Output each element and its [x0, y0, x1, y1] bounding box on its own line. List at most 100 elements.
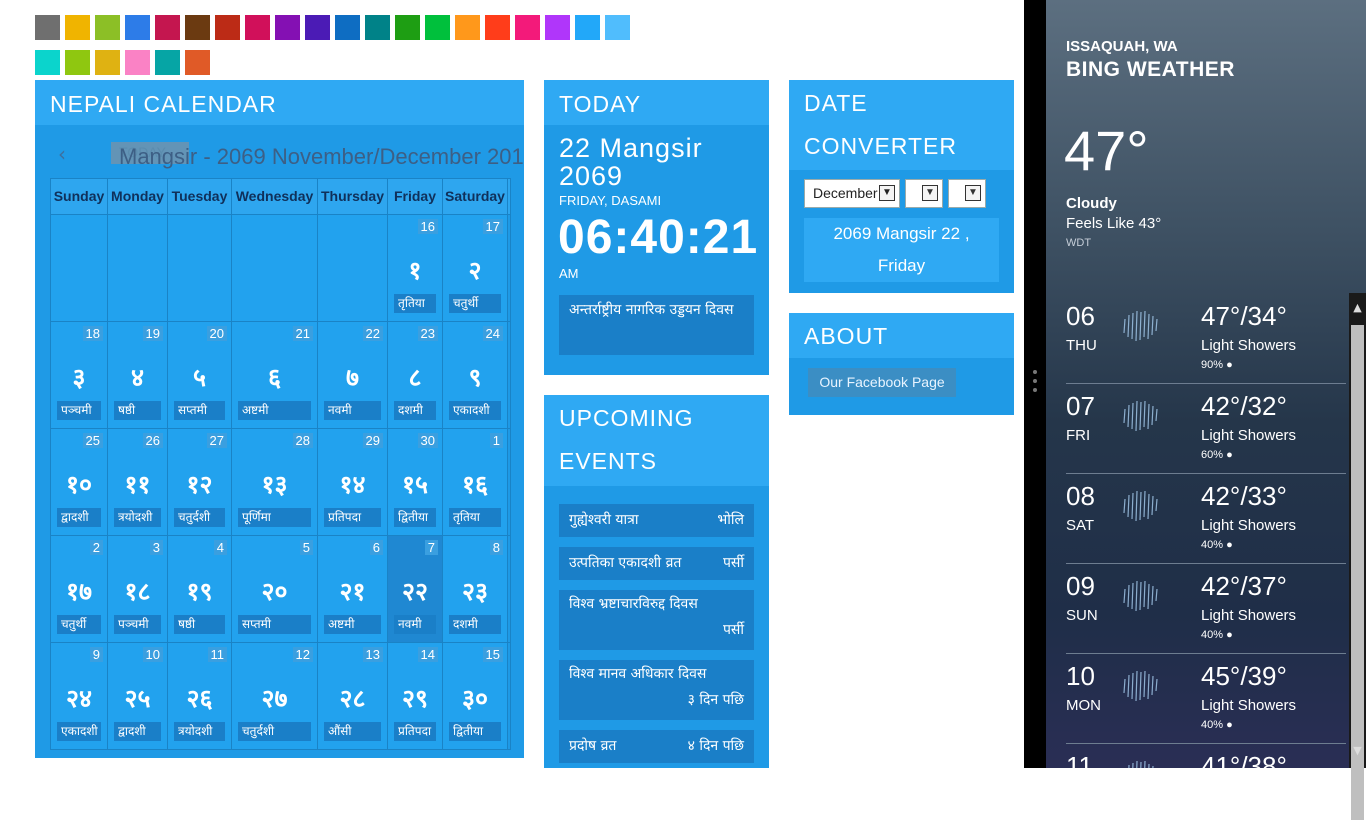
- event-item[interactable]: विश्व भ्रष्टाचारविरुद्द दिवस पर्सी: [559, 590, 754, 650]
- day-select[interactable]: 7 ▼: [905, 179, 943, 208]
- calendar-day[interactable]: 19 ४ षष्ठी: [108, 322, 168, 428]
- forecast-day[interactable]: 11 41°/38°: [1066, 743, 1346, 768]
- calendar-day[interactable]: 24 ९ एकादशी: [443, 322, 508, 428]
- scroll-down-icon[interactable]: ▼: [1349, 744, 1366, 760]
- calendar-day[interactable]: 15 ३० द्वितीया: [443, 643, 508, 749]
- calendar-day[interactable]: 4 १९ षष्ठी: [168, 536, 232, 642]
- color-swatch[interactable]: [425, 15, 450, 40]
- color-swatch[interactable]: [35, 50, 60, 75]
- calendar-week-row: 25 १० द्वादशी 26 ११ त्रयोदशी 27 १२ चतुर्दशी 28 १३ प…: [51, 428, 510, 535]
- color-swatch[interactable]: [245, 15, 270, 40]
- nepali-date: १३: [261, 470, 288, 499]
- year-select[interactable]: 2012 ▼: [948, 179, 986, 208]
- gregorian-date: 9: [89, 647, 103, 662]
- forecast-hi-lo: 42°/33°: [1201, 481, 1287, 511]
- color-swatch[interactable]: [605, 15, 630, 40]
- scroll-up-icon[interactable]: ▲: [1349, 301, 1366, 317]
- month-select-value: December: [813, 185, 878, 201]
- gregorian-date: 21: [292, 326, 313, 341]
- color-swatch[interactable]: [65, 15, 90, 40]
- color-swatch[interactable]: [155, 50, 180, 75]
- forecast-condition: Light Showers: [1201, 427, 1297, 444]
- color-swatch[interactable]: [125, 50, 150, 75]
- precipitation-chance: 40% ●: [1201, 629, 1233, 641]
- color-swatch[interactable]: [485, 15, 510, 40]
- color-swatch[interactable]: [125, 15, 150, 40]
- weekday-label: Saturday: [443, 179, 508, 214]
- calendar-day[interactable]: 27 १२ चतुर्दशी: [168, 429, 232, 535]
- calendar-day[interactable]: 21 ६ अष्टमी: [232, 322, 318, 428]
- calendar-day[interactable]: 6 २१ अष्टमी: [318, 536, 388, 642]
- calendar-day[interactable]: 10 २५ द्वादशी: [108, 643, 168, 749]
- month-select[interactable]: December ▼: [804, 179, 900, 208]
- calendar-day[interactable]: 26 ११ त्रयोदशी: [108, 429, 168, 535]
- precipitation-chance: 90% ●: [1201, 359, 1233, 371]
- calendar-day[interactable]: 11 २६ त्रयोदशी: [168, 643, 232, 749]
- color-swatch[interactable]: [95, 15, 120, 40]
- forecast-condition: Light Showers: [1201, 517, 1297, 534]
- forecast-hi-lo: 45°/39°: [1201, 661, 1287, 691]
- drag-handle-icon[interactable]: [1033, 370, 1037, 397]
- color-swatch[interactable]: [515, 15, 540, 40]
- color-swatch[interactable]: [155, 15, 180, 40]
- color-swatch[interactable]: [215, 15, 240, 40]
- color-swatch[interactable]: [275, 15, 300, 40]
- calendar-day[interactable]: 1 १६ तृतिया: [443, 429, 508, 535]
- calendar-day-today[interactable]: 7 २२ नवमी: [388, 536, 443, 642]
- facebook-page-button[interactable]: Our Facebook Page: [808, 368, 956, 397]
- forecast-day[interactable]: 08 SAT 42°/33° Light Showers 40% ●: [1066, 473, 1346, 564]
- calendar-day[interactable]: 12 २७ चतुर्दशी: [232, 643, 318, 749]
- color-swatch[interactable]: [95, 50, 120, 75]
- color-swatch[interactable]: [185, 50, 210, 75]
- calendar-day[interactable]: 3 १८ पञ्चमी: [108, 536, 168, 642]
- calendar-day[interactable]: 30 १५ द्वितीया: [388, 429, 443, 535]
- color-swatch[interactable]: [545, 15, 570, 40]
- event-item[interactable]: ४ दिन पछि प्रदोष व्रत: [559, 730, 754, 763]
- calendar-day[interactable]: 23 ८ दशमी: [388, 322, 443, 428]
- calendar-day[interactable]: 14 २९ प्रतिपदा: [388, 643, 443, 749]
- calendar-day[interactable]: 25 १० द्वादशी: [51, 429, 108, 535]
- calendar-day[interactable]: 16 १ तृतिया: [388, 215, 443, 321]
- upcoming-title-line1: UPCOMING: [559, 405, 694, 431]
- forecast-day[interactable]: 10 MON 45°/39° Light Showers 40% ●: [1066, 653, 1346, 744]
- calendar-day[interactable]: 18 ३ पञ्चमी: [51, 322, 108, 428]
- color-swatch[interactable]: [65, 50, 90, 75]
- calendar-day[interactable]: 5 २० सप्तमी: [232, 536, 318, 642]
- event-item[interactable]: पर्सी उत्पतिका एकादशी व्रत: [559, 547, 754, 580]
- today-event[interactable]: अन्तर्राष्ट्रीय नागरिक उड्डयन दिवस: [559, 295, 754, 355]
- previous-month-icon[interactable]: ‹: [58, 142, 74, 166]
- gregorian-date: 26: [142, 433, 163, 448]
- gregorian-date: 24: [482, 326, 503, 341]
- calendar-day[interactable]: 9 २४ एकादशी: [51, 643, 108, 749]
- calendar-day[interactable]: 8 २३ दशमी: [443, 536, 508, 642]
- today-clock: 06:40:21: [558, 211, 759, 264]
- forecast-day[interactable]: 07 FRI 42°/32° Light Showers 60% ●: [1066, 383, 1346, 474]
- calendar-day[interactable]: 22 ७ नवमी: [318, 322, 388, 428]
- color-swatch[interactable]: [575, 15, 600, 40]
- color-swatch[interactable]: [395, 15, 420, 40]
- forecast-weekday: FRI: [1066, 427, 1091, 444]
- color-swatch[interactable]: [455, 15, 480, 40]
- calendar-day[interactable]: 2 १७ चतुर्थी: [51, 536, 108, 642]
- color-swatch[interactable]: [305, 15, 330, 40]
- color-swatch[interactable]: [335, 15, 360, 40]
- weather-scrollbar[interactable]: ▲ ▼: [1349, 293, 1366, 820]
- gregorian-date: 16: [417, 219, 438, 234]
- calendar-day[interactable]: 29 १४ प्रतिपदा: [318, 429, 388, 535]
- color-swatch[interactable]: [365, 15, 390, 40]
- event-when: ४ दिन पछि: [687, 738, 744, 754]
- snap-divider[interactable]: [1024, 0, 1046, 768]
- forecast-day[interactable]: 09 SUN 42°/37° Light Showers 40% ●: [1066, 563, 1346, 654]
- forecast-day[interactable]: 06 THU 47°/34° Light Showers 90% ●: [1066, 293, 1346, 384]
- calendar-day[interactable]: 28 १३ पूर्णिमा: [232, 429, 318, 535]
- gregorian-date: 23: [417, 326, 438, 341]
- calendar-day[interactable]: 20 ५ सप्तमी: [168, 322, 232, 428]
- calendar-day[interactable]: 13 २८ औंसी: [318, 643, 388, 749]
- event-item[interactable]: विश्व मानव अधिकार दिवस ३ दिन पछि: [559, 660, 754, 720]
- color-swatch[interactable]: [35, 15, 60, 40]
- forecast-condition: Light Showers: [1201, 607, 1297, 624]
- color-swatch[interactable]: [185, 15, 210, 40]
- calendar-day[interactable]: 17 २ चतुर्थी: [443, 215, 508, 321]
- precip-value: 90%: [1201, 359, 1224, 371]
- event-item[interactable]: भोलि गुह्येश्वरी यात्रा: [559, 504, 754, 537]
